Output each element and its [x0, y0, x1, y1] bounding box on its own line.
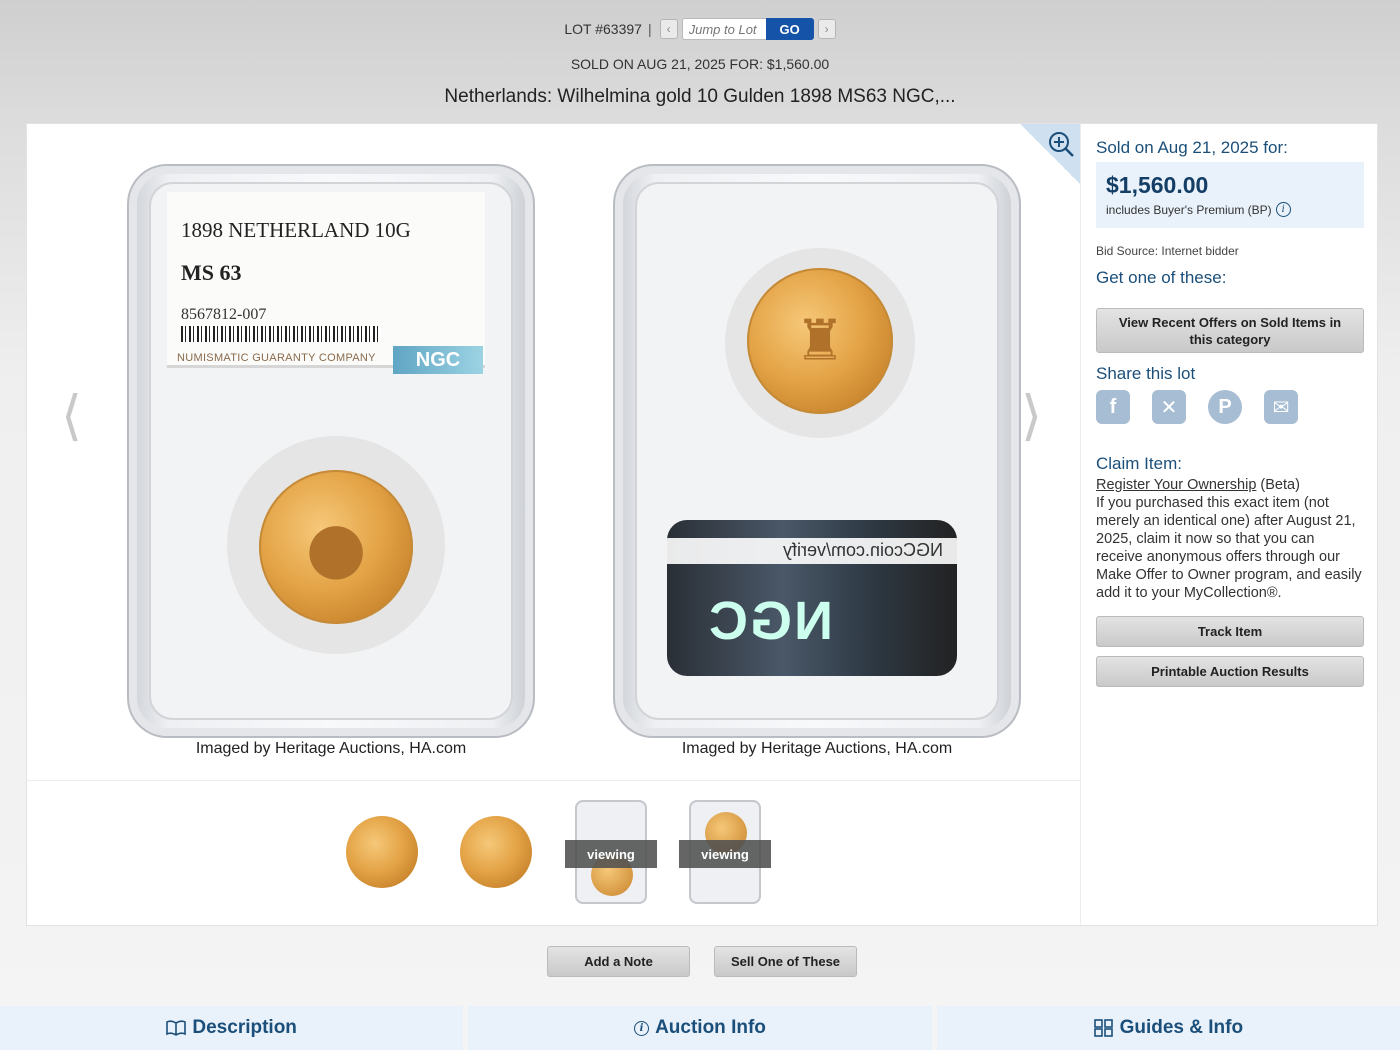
verify-url: NGCcoin.com/verify: [782, 540, 943, 560]
coin-reverse: ♜: [747, 268, 893, 414]
thumbnail-image: [346, 816, 418, 888]
chevron-right-icon: ›: [824, 22, 829, 36]
email-icon[interactable]: ✉: [1264, 390, 1298, 424]
tab-label: Description: [192, 1017, 297, 1038]
thumbnail-coin-reverse[interactable]: [459, 800, 533, 906]
ngc-logo: NGC: [393, 346, 483, 374]
lot-card: ⟨ ⟩ 1898 NETHERLAND 10G MS 63 8567812-00…: [26, 123, 1378, 927]
get-one-heading: Get one of these:: [1096, 268, 1227, 287]
buyers-premium-note: includes Buyer's Premium (BP) i: [1106, 202, 1291, 217]
thumbnail-slab-back[interactable]: viewing: [679, 800, 771, 906]
pinterest-icon[interactable]: P: [1208, 390, 1242, 424]
price-box: $1,560.00 includes Buyer's Premium (BP) …: [1096, 162, 1364, 228]
detail-tabs: Description i Auction Info Guides & Info: [0, 1006, 1400, 1050]
sold-price: $1,560.00: [1106, 172, 1209, 198]
carousel-prev-icon[interactable]: ⟨: [61, 389, 82, 443]
viewing-badge: viewing: [679, 840, 771, 868]
crest-motif-icon: ♜: [794, 308, 846, 374]
zoom-button[interactable]: [1020, 124, 1080, 184]
image-gallery: ⟨ ⟩ 1898 NETHERLAND 10G MS 63 8567812-00…: [27, 124, 1081, 927]
thumbnail-image: [460, 816, 532, 888]
thumbnail-slab-front[interactable]: viewing: [565, 800, 657, 906]
view-recent-offers-button[interactable]: View Recent Offers on Sold Items in this…: [1096, 308, 1364, 353]
claim-description: Register Your Ownership (Beta) If you pu…: [1096, 476, 1364, 602]
carousel-next-icon[interactable]: ⟩: [1021, 389, 1042, 443]
facebook-icon[interactable]: f: [1096, 390, 1130, 424]
tab-label: Guides & Info: [1119, 1017, 1244, 1038]
portrait-motif-icon: ●: [305, 506, 367, 588]
bp-text: includes Buyer's Premium (BP): [1106, 202, 1272, 217]
gallery-divider: [27, 780, 1081, 781]
lot-navigation: LOT #63397 | ‹ GO ›: [0, 17, 1400, 41]
label-description: 1898 NETHERLAND 10G: [181, 218, 411, 242]
tab-auction-info[interactable]: i Auction Info: [468, 1006, 932, 1050]
thumbnail-strip: viewing viewing: [345, 800, 775, 908]
jump-to-lot-input[interactable]: [681, 18, 766, 40]
label-cert-number: 8567812-007: [181, 306, 267, 323]
slab-front-image[interactable]: 1898 NETHERLAND 10G MS 63 8567812-007 NU…: [127, 164, 535, 738]
next-lot-button[interactable]: ›: [817, 19, 836, 39]
register-ownership-link[interactable]: Register Your Ownership: [1096, 477, 1256, 493]
label-company: NUMISMATIC GUARANTY COMPANY: [177, 352, 376, 364]
share-heading: Share this lot: [1096, 364, 1196, 383]
chevron-left-icon: ‹: [666, 22, 671, 36]
slab-back-image[interactable]: ♜ NGCcoin.com/verify NGC: [613, 164, 1021, 738]
previous-lot-button[interactable]: ‹: [659, 19, 678, 39]
lot-separator: |: [647, 21, 652, 37]
lot-title: Netherlands: Wilhelmina gold 10 Gulden 1…: [444, 86, 956, 107]
ngc-back-label: NGCcoin.com/verify NGC: [667, 520, 957, 676]
claim-body: If you purchased this exact item (not me…: [1096, 495, 1362, 601]
go-button[interactable]: GO: [765, 18, 814, 40]
tab-guides-info[interactable]: Guides & Info: [936, 1006, 1400, 1050]
x-icon[interactable]: ✕: [1152, 390, 1186, 424]
claim-heading: Claim Item:: [1096, 454, 1182, 473]
ngc-hologram-logo: NGC: [707, 591, 833, 651]
sell-one-button[interactable]: Sell One of These: [714, 946, 857, 977]
slab-back-interior: ♜ NGCcoin.com/verify NGC: [635, 182, 999, 720]
image-credit: Imaged by Heritage Auctions, HA.com: [195, 740, 467, 757]
slab-front-interior: 1898 NETHERLAND 10G MS 63 8567812-007 NU…: [149, 182, 513, 720]
viewing-badge: viewing: [565, 840, 657, 868]
book-icon: [166, 1020, 187, 1036]
label-grade: MS 63: [181, 260, 242, 285]
share-buttons: f ✕ P ✉: [1096, 390, 1298, 424]
image-credit: Imaged by Heritage Auctions, HA.com: [681, 740, 953, 757]
tab-description[interactable]: Description: [0, 1006, 464, 1050]
printable-results-button[interactable]: Printable Auction Results: [1096, 656, 1364, 687]
ngc-label: 1898 NETHERLAND 10G MS 63 8567812-007 NU…: [167, 192, 485, 374]
track-item-button[interactable]: Track Item: [1096, 616, 1364, 647]
zoom-in-icon: [1049, 132, 1074, 157]
tab-label: Auction Info: [655, 1017, 766, 1038]
sold-on-heading: Sold on Aug 21, 2025 for:: [1096, 138, 1288, 157]
lot-number: LOT #63397: [564, 21, 642, 37]
barcode: [181, 326, 381, 342]
add-note-button[interactable]: Add a Note: [547, 946, 690, 977]
sold-summary: SOLD ON AUG 21, 2025 FOR: $1,560.00: [570, 56, 830, 72]
lot-sidebar: Sold on Aug 21, 2025 for: $1,560.00 incl…: [1096, 124, 1364, 927]
thumbnail-coin-obverse[interactable]: [345, 800, 419, 906]
beta-tag: (Beta): [1256, 477, 1300, 493]
info-icon[interactable]: i: [1275, 202, 1291, 217]
bid-source: Bid Source: Internet bidder: [1096, 244, 1239, 258]
grid-icon: [1093, 1019, 1113, 1037]
coin-obverse: ●: [259, 470, 413, 624]
info-icon: i: [634, 1020, 650, 1036]
